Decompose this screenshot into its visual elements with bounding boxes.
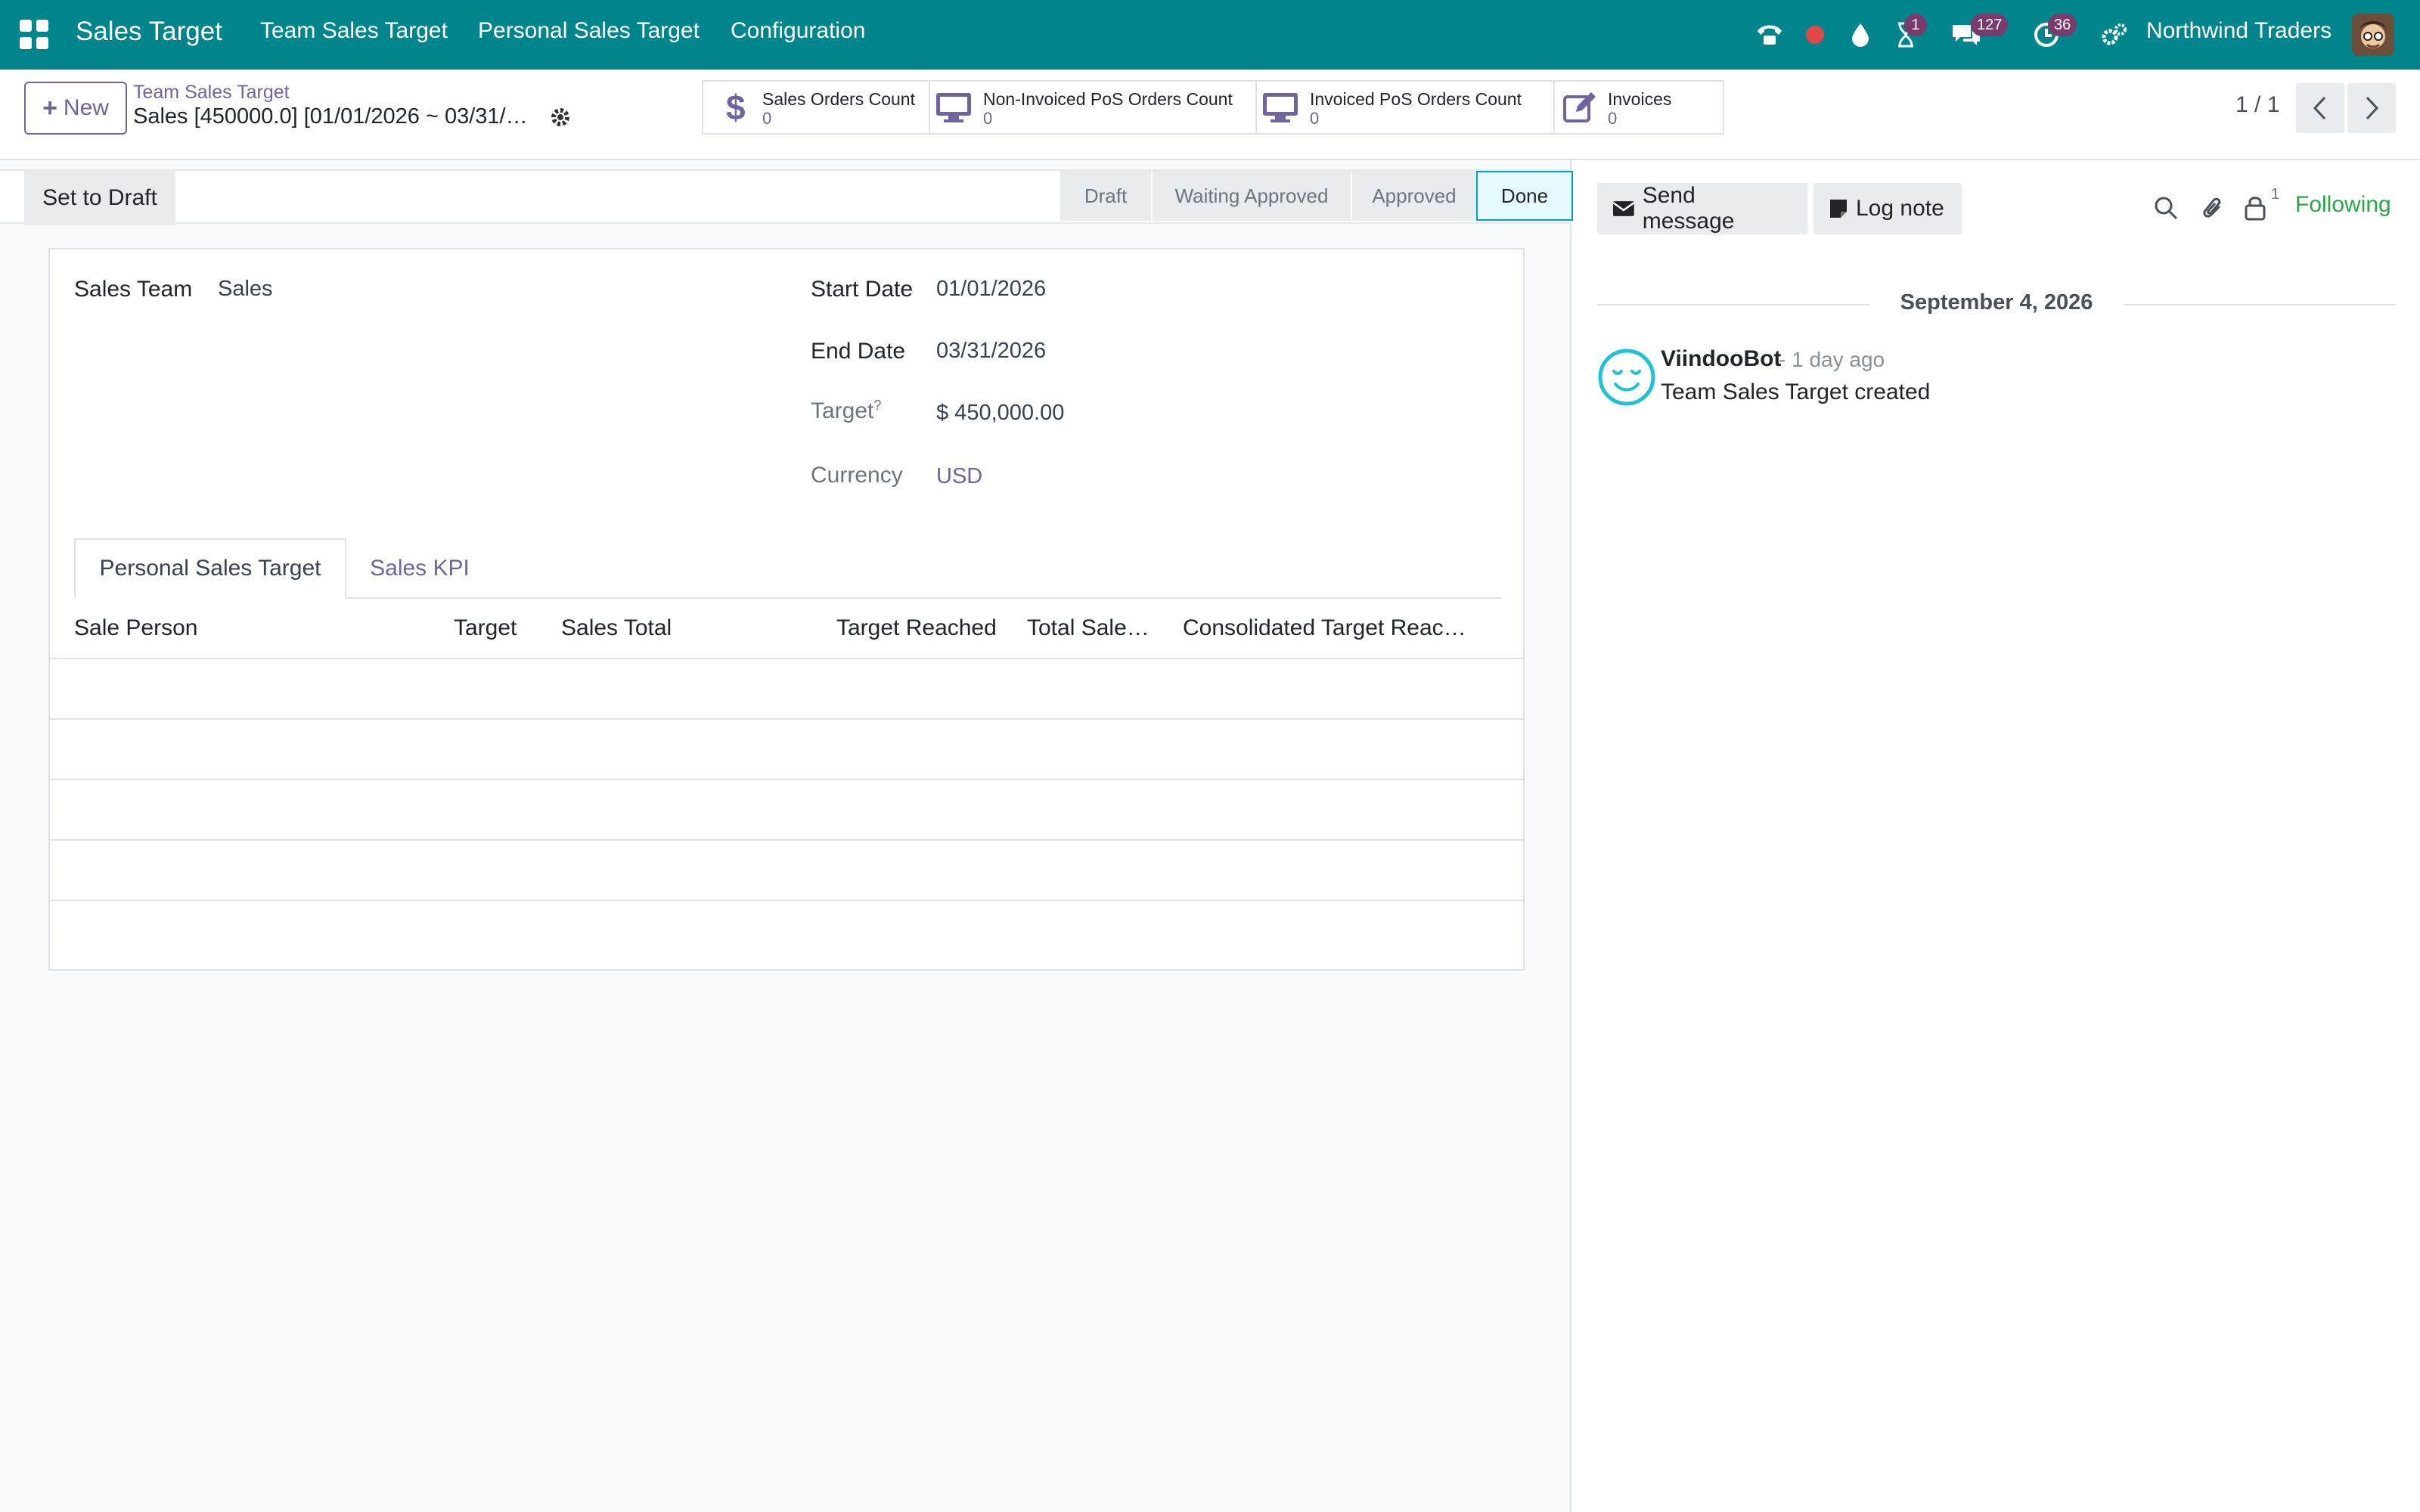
table-row[interactable] <box>50 841 1525 901</box>
table-row[interactable] <box>50 659 1525 720</box>
column-target[interactable]: Target <box>454 615 517 641</box>
plus-icon: + <box>42 93 57 122</box>
breadcrumb-current: Sales [450000.0] [01/01/2026 ~ 03/31/… <box>133 104 528 129</box>
gear-icon[interactable] <box>549 106 572 129</box>
menu-team-sales-target[interactable]: Team Sales Target <box>260 18 448 44</box>
follower-lock-icon[interactable] <box>2238 191 2272 225</box>
breadcrumb-parent[interactable]: Team Sales Target <box>133 82 290 104</box>
messages-badge: 127 <box>1971 14 2009 36</box>
sales-orders-count-button[interactable]: $ Sales Orders Count 0 <box>703 82 930 133</box>
smart-button-label: Invoices <box>1608 89 1672 109</box>
table-row[interactable] <box>50 780 1525 841</box>
tab-personal-sales-target[interactable]: Personal Sales Target <box>74 538 346 599</box>
smart-buttons: $ Sales Orders Count 0 Non-Invoiced PoS … <box>702 80 1724 135</box>
paperclip-icon[interactable] <box>2196 191 2229 225</box>
date-separator: September 4, 2026 <box>1597 289 2396 319</box>
app-grid-icon[interactable] <box>20 20 50 50</box>
sales-team-label: Sales Team <box>74 277 193 302</box>
table-header: Sale Person Target Sales Total Target Re… <box>50 599 1525 659</box>
message-author[interactable]: ViindooBot <box>1661 346 1781 372</box>
start-date-field[interactable]: 01/01/2026 <box>936 277 1046 302</box>
message-body: Team Sales Target created <box>1661 380 1931 404</box>
bot-avatar-icon[interactable] <box>1597 348 1656 407</box>
form-sheet: Sales Team Sales Start Date 01/01/2026 E… <box>48 248 1525 971</box>
monitor-icon <box>1261 91 1299 124</box>
settings-gears-icon[interactable] <box>2099 18 2130 51</box>
stage-approved[interactable]: Approved <box>1351 171 1476 221</box>
send-message-label: Send message <box>1642 183 1735 234</box>
date-label: September 4, 2026 <box>1900 290 2093 314</box>
user-avatar[interactable] <box>2352 14 2394 56</box>
target-label-text: Target <box>811 398 874 423</box>
stage-done[interactable]: Done <box>1476 171 1573 221</box>
envelope-icon <box>1612 201 1635 216</box>
currency-label: Currency <box>811 463 903 488</box>
smart-button-value: 0 <box>1608 109 1618 128</box>
note-icon <box>1830 200 1847 218</box>
follower-count[interactable]: 1 <box>2271 186 2279 203</box>
top-navbar: Sales Target Team Sales Target Personal … <box>0 0 2420 70</box>
column-total-sale[interactable]: Total Sale… <box>1027 615 1150 641</box>
company-name[interactable]: Northwind Traders <box>2146 18 2332 44</box>
end-date-label: End Date <box>811 339 906 364</box>
non-invoiced-pos-orders-button[interactable]: Non-Invoiced PoS Orders Count 0 <box>930 82 1257 133</box>
column-sales-total[interactable]: Sales Total <box>561 615 672 641</box>
stage-draft[interactable]: Draft <box>1059 171 1151 221</box>
pencil-square-icon <box>1561 91 1599 124</box>
tab-sales-kpi[interactable]: Sales KPI <box>346 538 493 599</box>
search-icon[interactable] <box>2149 191 2183 225</box>
pager-previous-button[interactable] <box>2296 83 2344 133</box>
target-label: Target? <box>811 398 881 424</box>
notebook-tabs: Personal Sales Target Sales KPI <box>74 538 1502 599</box>
activity-badge: 1 <box>1904 14 1927 36</box>
message-time: - 1 day ago <box>1779 348 1885 371</box>
table-row[interactable] <box>50 720 1525 780</box>
smart-button-value: 0 <box>983 109 993 128</box>
currency-field[interactable]: USD <box>936 464 982 489</box>
pager-next-button[interactable] <box>2347 83 2396 133</box>
target-field[interactable]: $ 450,000.00 <box>936 401 1064 426</box>
control-panel: + New Team Sales Target Sales [450000.0]… <box>0 70 2420 160</box>
svg-text:$: $ <box>726 89 746 125</box>
invoiced-pos-orders-button[interactable]: Invoiced PoS Orders Count 0 <box>1257 82 1555 133</box>
dollar-icon: $ <box>717 89 755 125</box>
sales-team-field[interactable]: Sales <box>218 277 273 302</box>
menu-personal-sales-target[interactable]: Personal Sales Target <box>478 18 700 44</box>
new-button-label: New <box>63 95 109 120</box>
pager-value[interactable]: 1 / 1 <box>2235 92 2279 118</box>
smart-button-value: 0 <box>1310 109 1320 128</box>
column-consolidated-target-reached[interactable]: Consolidated Target Reac… <box>1183 615 1466 641</box>
start-date-label: Start Date <box>811 277 914 302</box>
column-sale-person[interactable]: Sale Person <box>74 615 197 641</box>
smart-button-label: Sales Orders Count <box>762 89 915 109</box>
send-message-button[interactable]: Send message <box>1597 183 1807 234</box>
menu-configuration[interactable]: Configuration <box>731 18 865 44</box>
stage-pipeline: Draft Waiting Approved Approved Done <box>1059 171 1573 221</box>
stage-waiting-approved[interactable]: Waiting Approved <box>1151 171 1351 221</box>
status-bar: Set to Draft Draft Waiting Approved Appr… <box>0 169 1573 225</box>
phone-icon[interactable] <box>1754 18 1785 51</box>
clock-badge: 36 <box>2048 14 2077 36</box>
invoices-button[interactable]: Invoices 0 <box>1555 82 1723 133</box>
smart-button-label: Invoiced PoS Orders Count <box>1310 89 1522 109</box>
chatter-panel: Send message Log note 1 Following Septem… <box>1573 160 2420 1512</box>
help-tooltip-icon[interactable]: ? <box>873 398 881 413</box>
set-to-draft-button[interactable]: Set to Draft <box>24 171 175 225</box>
record-dot-icon[interactable] <box>1800 18 1830 51</box>
smart-button-value: 0 <box>762 109 772 128</box>
column-target-reached[interactable]: Target Reached <box>836 615 997 641</box>
droplet-icon[interactable] <box>1845 18 1876 51</box>
app-name[interactable]: Sales Target <box>76 17 222 47</box>
smart-button-label: Non-Invoiced PoS Orders Count <box>983 89 1233 109</box>
log-note-label: Log note <box>1856 196 1944 221</box>
end-date-field[interactable]: 03/31/2026 <box>936 339 1046 364</box>
following-button[interactable]: Following <box>2295 192 2391 218</box>
log-note-button[interactable]: Log note <box>1813 183 1962 234</box>
monitor-icon <box>935 91 973 124</box>
new-button[interactable]: + New <box>24 82 127 135</box>
